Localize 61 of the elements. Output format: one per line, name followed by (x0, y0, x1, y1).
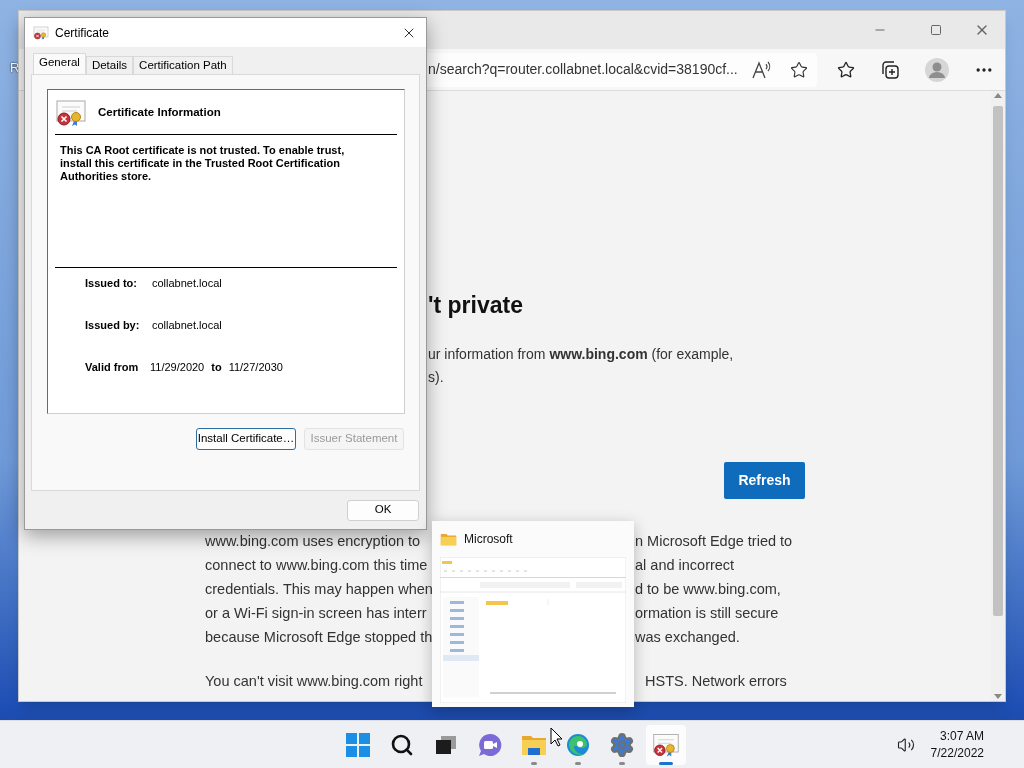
favorites-icon[interactable] (837, 60, 855, 79)
paragraph-text: was exchanged. (635, 628, 740, 648)
ok-button[interactable]: OK (347, 499, 419, 521)
read-aloud-icon (751, 60, 772, 79)
page-heading: 't private (428, 291, 523, 319)
paragraph-text: n Microsoft Edge tried to (635, 532, 793, 552)
dialog-tab[interactable]: General (33, 52, 86, 74)
folder-icon (440, 532, 457, 546)
refresh-button[interactable]: Refresh (724, 462, 805, 499)
paragraph-text: al and incorrect (635, 556, 735, 576)
dialog-title: Certificate (55, 24, 110, 42)
dialog-tab[interactable]: Certification Path (133, 55, 233, 74)
info-title: Certificate Information (98, 105, 221, 121)
certificate-icon (652, 731, 680, 758)
maximize-icon (930, 24, 942, 36)
paragraph-text: HSTS. Network errors (645, 672, 787, 692)
dialog-button[interactable]: Install Certificate… (196, 428, 296, 450)
add-favorite-icon (789, 60, 808, 79)
paragraph-text: because Microsoft Edge stopped th (205, 628, 433, 648)
paragraph-text: connect to www.bing.com this time (205, 556, 429, 576)
paragraph-text: You can't visit www.bing.com right (205, 672, 424, 692)
scroll-up-icon (994, 93, 1002, 98)
field-label: Issued by: (85, 317, 141, 333)
address-text: n/search?q=router.collabnet.local&cvid=38190cf... (428, 60, 738, 79)
intro-text: ur information from www.bing.com (for example, (428, 345, 734, 364)
browser-logo-icon (566, 732, 590, 757)
certificate-icon (55, 97, 87, 128)
mouse-pointer-icon (550, 727, 563, 747)
field-value: collabnet.local (152, 275, 222, 291)
search-icon (390, 732, 414, 757)
clock-time: 3:07 AM (939, 728, 984, 745)
settings-icon (609, 731, 635, 758)
task-view-icon (435, 734, 457, 755)
dialog-tab[interactable]: Details (85, 55, 134, 74)
intro-text: s). (428, 368, 444, 387)
paragraph-text: www.bing.com uses encryption to (205, 532, 422, 552)
field-label: to (211, 359, 222, 375)
field-value: 11/29/2020 (150, 359, 205, 375)
windows-logo-icon (346, 732, 370, 757)
paragraph-text: ormation is still secure (635, 604, 779, 624)
clock[interactable]: 3:07 AM 7/22/2022 (930, 728, 984, 762)
desktop-icon-label: R (10, 59, 20, 77)
clock-date: 7/22/2022 (930, 745, 984, 762)
trust-message: This CA Root certificate is not trusted. To enable trust, install this certificate in the Trusted Root Certification Authorities store. (60, 143, 346, 183)
certificate-icon (33, 25, 49, 40)
folder-icon (521, 733, 547, 756)
field-value: 11/27/2030 (228, 359, 283, 375)
paragraph-text: or a Wi-Fi sign-in screen has interr (205, 604, 428, 624)
field-label: Valid from (85, 359, 140, 375)
scrollbar-thumb[interactable] (993, 106, 1003, 616)
paragraph-text: credentials. This may happen when (205, 580, 433, 600)
paragraph-text: d to be www.bing.com, (635, 580, 781, 600)
scroll-down-icon (994, 694, 1002, 699)
scrollbar[interactable] (991, 91, 1005, 701)
video-chat-icon (478, 732, 502, 757)
preview-title: Microsoft (464, 531, 513, 548)
field-label: Issued to: (85, 275, 138, 291)
volume-icon[interactable] (896, 736, 915, 754)
collections-icon[interactable] (881, 60, 899, 79)
profile-avatar-icon[interactable] (925, 57, 949, 82)
field-value: collabnet.local (152, 317, 222, 333)
